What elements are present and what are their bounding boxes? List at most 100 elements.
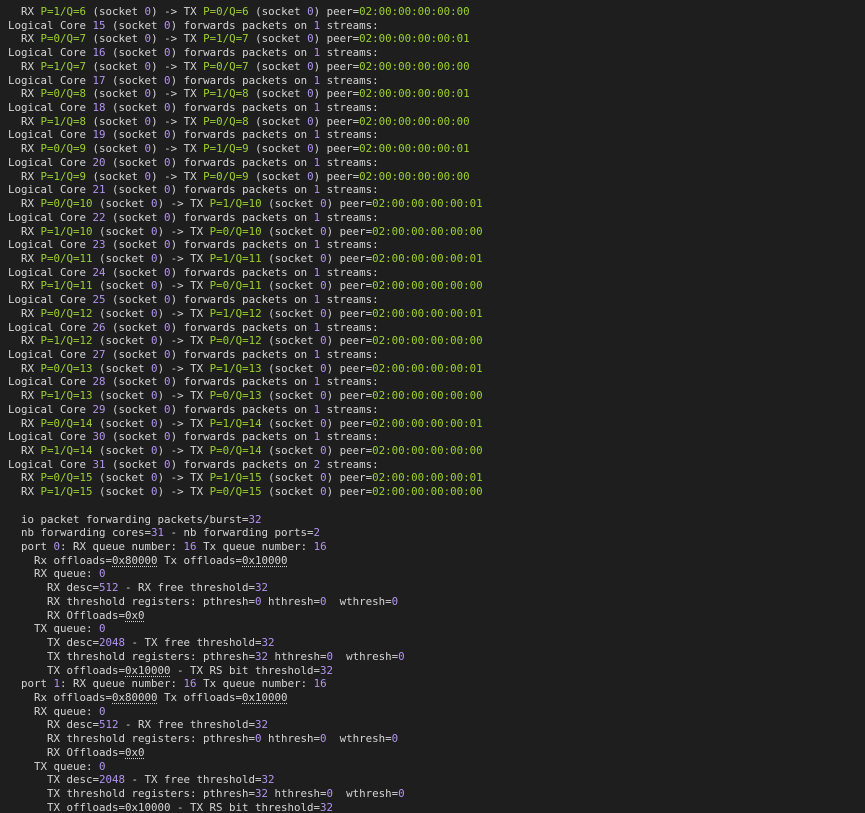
hex-value-token: 0x10000 [242,690,288,704]
text-segment: RX [8,32,41,46]
text-segment: (socket [105,320,165,334]
port-queue-token: P=0/Q=12 [40,306,93,320]
text-segment: ) -> TX [151,32,204,46]
text-segment: (socket [261,197,321,211]
text-segment: ) peer= [313,142,360,156]
text-segment: Logical Core [8,457,93,471]
text-segment: (socket [105,402,165,416]
text-segment: TX desc= [8,636,100,650]
text-segment: - nb forwarding ports= [164,526,314,540]
text-segment: ) -> TX [157,197,210,211]
text-segment: ) -> TX [157,279,210,293]
terminal-output[interactable]: RX P=1/Q=6 (socket 0) -> TX P=0/Q=6 (soc… [0,0,865,813]
port-queue-token: P=1/Q=15 [40,485,93,499]
port-queue-token: P=0/Q=10 [40,197,93,211]
terminal-line: RX P=1/Q=15 (socket 0) -> TX P=0/Q=15 (s… [8,485,865,499]
port-queue-token: P=0/Q=9 [203,169,249,183]
text-segment: streams: [320,265,379,279]
terminal-line: RX P=1/Q=11 (socket 0) -> TX P=0/Q=11 (s… [8,279,865,293]
text-segment: ) -> TX [157,389,210,403]
terminal-line: Logical Core 25 (socket 0) forwards pack… [8,293,865,307]
terminal-line: TX desc=2048 - TX free threshold=32 [8,773,865,787]
text-segment: (socket [261,306,321,320]
port-queue-token: P=1/Q=14 [40,444,93,457]
terminal-line: io packet forwarding packets/burst=32 [8,513,865,527]
numeric-token: 25 [92,293,106,307]
text-segment: ) peer= [313,59,360,73]
text-segment: (socket [105,375,165,389]
numeric-token: 32 [261,636,275,650]
terminal-line: Logical Core 28 (socket 0) forwards pack… [8,375,865,389]
text-segment: (socket [105,238,165,252]
numeric-token: 28 [92,375,106,389]
numeric-token: 16 [313,677,327,691]
terminal-line: Logical Core 27 (socket 0) forwards pack… [8,348,865,362]
text-segment: streams: [320,101,379,115]
port-queue-token: P=1/Q=6 [40,5,87,18]
text-segment: ) peer= [326,389,373,403]
text-segment: port [8,677,54,691]
text-segment: ) forwards packets on [170,155,314,169]
numeric-token: 22 [92,210,106,224]
text-segment: Rx offloads= [8,690,113,704]
text-segment: ) forwards packets on [170,265,314,279]
text-segment: (socket [86,59,145,73]
terminal-line: RX desc=512 - RX free threshold=32 [8,718,865,732]
text-segment: (socket [261,389,321,403]
text-segment: ) forwards packets on [170,430,314,444]
text-segment: Logical Core [8,238,93,252]
port-queue-token: 02:00:00:00:00:01 [372,197,483,211]
port-queue-token: P=0/Q=9 [40,142,87,156]
text-segment: (socket [92,485,152,499]
text-segment: : RX queue number: [60,677,184,691]
terminal-line: RX queue: 0 [8,567,865,581]
numeric-token: 0 [398,649,405,663]
numeric-token: 29 [92,402,106,416]
text-segment: ) -> TX [157,334,210,348]
hex-value-token: 0x80000 [112,553,158,567]
text-segment: (socket [92,389,152,403]
text-segment: TX queue: [8,622,100,636]
text-segment: TX offloads= [8,663,126,677]
port-queue-token: 02:00:00:00:00:00 [372,444,483,457]
text-segment: (socket [105,457,165,471]
text-segment: ) -> TX [157,416,210,430]
terminal-line: RX P=0/Q=12 (socket 0) -> TX P=1/Q=12 (s… [8,307,865,321]
port-queue-token: P=1/Q=11 [40,279,93,293]
hex-value-token: 0x10000 [125,663,171,677]
port-queue-token: 02:00:00:00:00:01 [359,87,470,101]
terminal-line: Rx offloads=0x80000 Tx offloads=0x10000 [8,691,865,705]
text-segment: (socket [92,334,152,348]
text-segment: ) forwards packets on [170,73,314,87]
text-segment: Logical Core [8,430,93,444]
numeric-token: 30 [92,430,106,444]
text-segment: streams: [320,183,379,197]
numeric-token: 17 [92,73,106,87]
port-queue-token: P=0/Q=10 [209,224,262,238]
text-segment: ) forwards packets on [170,128,314,142]
text-segment: ) -> TX [157,485,210,499]
port-queue-token: P=1/Q=12 [209,306,262,320]
text-segment: (socket [86,87,145,101]
port-queue-token: 02:00:00:00:00:00 [359,5,470,18]
text-segment: RX Offloads= [8,745,126,759]
text-segment: Logical Core [8,375,93,389]
text-segment: streams: [320,293,379,307]
port-queue-token: P=1/Q=12 [40,334,93,348]
text-segment: RX [8,485,41,499]
text-segment: ) forwards packets on [170,293,314,307]
numeric-token: 512 [99,718,119,732]
terminal-line: Logical Core 24 (socket 0) forwards pack… [8,266,865,280]
text-segment: Logical Core [8,101,93,115]
numeric-token: 26 [92,320,106,334]
text-segment: streams: [320,375,379,389]
text-segment: ) -> TX [157,224,210,238]
text-segment: Logical Core [8,320,93,334]
port-queue-token: P=0/Q=15 [209,485,262,499]
terminal-line: RX P=0/Q=7 (socket 0) -> TX P=1/Q=7 (soc… [8,32,865,46]
text-segment: ) -> TX [151,142,204,156]
port-queue-token: P=0/Q=14 [209,444,262,457]
text-segment: (socket [105,430,165,444]
text-segment: (socket [105,155,165,169]
port-queue-token: P=0/Q=13 [40,361,93,375]
